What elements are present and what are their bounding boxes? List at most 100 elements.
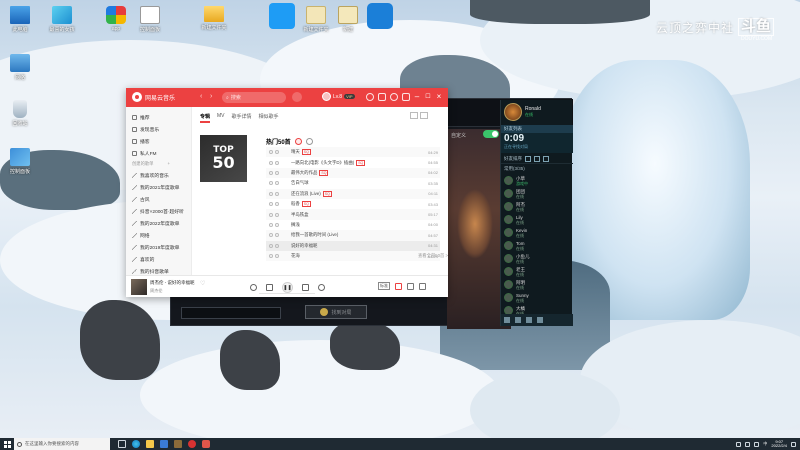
track-row[interactable]: 稻香 SQ 03:43 bbox=[266, 199, 440, 209]
sidebar-playlist-item[interactable]: 我的2019年度歌单 bbox=[126, 241, 191, 253]
desktop-icon-this-pc[interactable]: 此电脑 bbox=[0, 6, 40, 33]
track-row[interactable]: 搁浅 04:00 bbox=[266, 220, 440, 230]
friend-list-item[interactable]: 阿明 在线 bbox=[501, 278, 573, 291]
desktop-icon-control-panel[interactable]: 控制面板 bbox=[0, 148, 40, 175]
loop-mode-icon[interactable] bbox=[250, 284, 257, 291]
help-icon[interactable] bbox=[537, 317, 543, 323]
friend-list-item[interactable]: 老王 在线 bbox=[501, 265, 573, 278]
heart-icon[interactable] bbox=[269, 160, 273, 165]
sidebar-playlist-item[interactable]: 网络 bbox=[126, 229, 191, 241]
heart-icon[interactable] bbox=[269, 254, 273, 259]
avatar[interactable] bbox=[504, 103, 522, 121]
download-icon[interactable] bbox=[275, 222, 279, 227]
friend-group-label[interactable]: 常用(3/35) bbox=[504, 166, 525, 172]
heart-icon[interactable] bbox=[269, 150, 273, 155]
heart-icon[interactable] bbox=[269, 191, 273, 196]
sidebar-playlist-item[interactable]: 古风 bbox=[126, 193, 191, 205]
download-icon[interactable] bbox=[275, 181, 279, 186]
sidebar-item[interactable]: 播客 bbox=[126, 135, 191, 147]
track-row[interactable]: 给我一首歌的时间 (Live) 04:57 bbox=[266, 230, 440, 241]
clock[interactable]: 9:07 2022/2/4 bbox=[771, 439, 787, 449]
volume-icon[interactable] bbox=[754, 441, 760, 447]
notification-icon[interactable] bbox=[791, 441, 796, 447]
lyrics-icon[interactable] bbox=[318, 284, 325, 291]
album-cover[interactable]: TOP 50 bbox=[200, 135, 247, 182]
now-playing-song[interactable]: 周杰伦 - 说好的幸福呢 bbox=[150, 280, 195, 286]
progress-bar[interactable] bbox=[259, 293, 315, 294]
add-friend-icon[interactable] bbox=[525, 155, 531, 162]
app-icon[interactable] bbox=[202, 440, 210, 448]
list-view-icon[interactable] bbox=[420, 112, 428, 119]
track-row[interactable]: 一路向北(电影《头文字D》插曲) SQ 04:55 bbox=[266, 157, 440, 167]
track-row[interactable]: 花海 04:24 bbox=[266, 250, 440, 262]
tab-1[interactable]: MV bbox=[217, 113, 225, 123]
friend-list-item[interactable]: Lily 在线 bbox=[501, 213, 573, 226]
friend-list-item[interactable]: Tom 在线 bbox=[501, 239, 573, 252]
download-icon[interactable] bbox=[275, 202, 279, 207]
game-mode-toggle[interactable] bbox=[483, 130, 499, 138]
desktop-icon-control-panel[interactable]: 控制面板 bbox=[130, 6, 170, 33]
tab-3[interactable]: 相似歌手 bbox=[259, 113, 279, 123]
friend-list-item[interactable]: Kevin 在线 bbox=[501, 226, 573, 239]
desktop-icon-network[interactable]: 网络 bbox=[0, 54, 40, 81]
sidebar-playlist-item[interactable]: 我的2022年度歌单 bbox=[126, 217, 191, 229]
track-row[interactable]: 半岛铁盒 05:17 bbox=[266, 209, 440, 220]
heart-icon[interactable] bbox=[269, 212, 273, 217]
track-row[interactable]: 还在流浪 (Live) SQ 04:11 bbox=[266, 188, 440, 199]
tray-chevron-icon[interactable] bbox=[736, 441, 742, 447]
friend-list-item[interactable]: 团团 在线 bbox=[501, 187, 573, 200]
sidebar-playlist-item[interactable]: 抖音×2000首·超好听 bbox=[126, 205, 191, 217]
mission-icon[interactable] bbox=[515, 317, 521, 323]
previous-track-icon[interactable] bbox=[266, 284, 273, 291]
sidebar-playlist-item[interactable]: 我喜欢的音乐 bbox=[126, 169, 191, 181]
download-icon[interactable] bbox=[275, 243, 279, 248]
close-button[interactable]: × bbox=[434, 91, 444, 103]
network-icon[interactable] bbox=[745, 441, 751, 447]
sidebar-playlist-item[interactable]: 喜欢的 bbox=[126, 253, 191, 265]
heart-icon[interactable] bbox=[269, 243, 273, 248]
back-arrow-icon[interactable]: ‹ bbox=[200, 93, 202, 100]
search-icon[interactable] bbox=[543, 155, 549, 162]
sidebar-item[interactable]: 私人FM bbox=[126, 147, 191, 159]
friend-list-item[interactable]: Sunny 在线 bbox=[501, 291, 573, 304]
heart-icon[interactable]: ♡ bbox=[200, 280, 205, 287]
edge-browser-icon[interactable] bbox=[132, 440, 140, 448]
desktop-icon-shortcut[interactable]: 最喜的女孩 bbox=[40, 6, 84, 33]
sidebar-item[interactable]: 发现音乐 bbox=[126, 123, 191, 135]
volume-icon[interactable] bbox=[407, 282, 414, 290]
track-row[interactable]: 晴天 SQ 04:29 bbox=[266, 147, 440, 158]
friend-list-item[interactable]: 小鱼儿 在线 bbox=[501, 252, 573, 265]
minimize-button[interactable]: – bbox=[412, 91, 422, 103]
quality-badge[interactable]: 标准 bbox=[378, 282, 390, 290]
input-language[interactable]: 中 bbox=[763, 441, 767, 447]
tab-0[interactable]: 专辑 bbox=[200, 113, 211, 123]
desktop-icon-app[interactable] bbox=[360, 3, 400, 31]
heart-icon[interactable] bbox=[269, 202, 273, 207]
track-row[interactable]: 最伟大的作品 SQ 04:02 bbox=[266, 167, 440, 179]
listen-together-icon[interactable] bbox=[395, 282, 402, 290]
download-icon[interactable] bbox=[275, 160, 279, 165]
gear-icon[interactable] bbox=[390, 93, 398, 101]
add-to-playlist-icon[interactable] bbox=[305, 138, 313, 145]
view-all-link[interactable]: 查看全部50首 > bbox=[418, 253, 448, 259]
heart-icon[interactable] bbox=[269, 181, 273, 186]
add-playlist-icon[interactable]: + bbox=[167, 159, 170, 169]
desktop-icon-recycle-bin[interactable]: 回收站 bbox=[0, 100, 40, 127]
download-icon[interactable] bbox=[275, 170, 279, 175]
task-view-icon[interactable] bbox=[118, 440, 126, 448]
game-chat-input[interactable] bbox=[181, 307, 281, 319]
message-icon[interactable] bbox=[378, 93, 386, 101]
track-row[interactable]: 告白气球 03:35 bbox=[266, 178, 440, 188]
playlist-icon[interactable] bbox=[419, 282, 426, 290]
filter-icon[interactable] bbox=[534, 155, 540, 162]
mini-mode-icon[interactable] bbox=[402, 93, 410, 101]
track-row[interactable]: 说好的幸福呢 04:31 bbox=[266, 240, 440, 251]
search-input[interactable]: ⌕ 搜索 bbox=[222, 92, 286, 103]
notification-icon[interactable] bbox=[526, 317, 532, 323]
download-icon[interactable] bbox=[275, 150, 279, 155]
next-track-icon[interactable] bbox=[302, 284, 309, 291]
taskbar-search-input[interactable]: 在这里输入你要搜索的内容 bbox=[14, 438, 110, 450]
netease-music-icon[interactable] bbox=[188, 440, 196, 448]
friend-list-item[interactable]: 小草 游戏中 bbox=[501, 174, 573, 187]
download-icon[interactable] bbox=[275, 254, 279, 259]
